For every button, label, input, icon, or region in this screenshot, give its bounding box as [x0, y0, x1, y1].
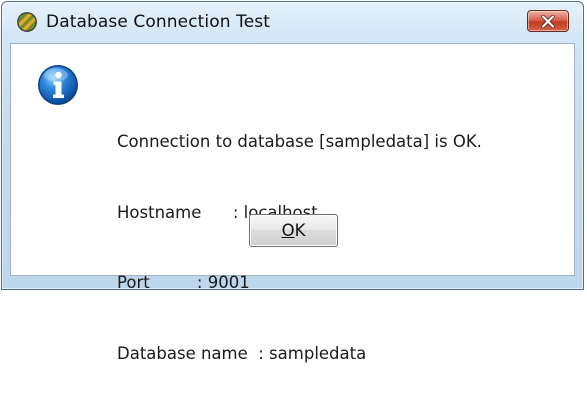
dialog-window: Database Connection Test Connection to d…: [1, 1, 584, 363]
ok-button-mnemonic: O: [281, 221, 295, 240]
title-bar[interactable]: Database Connection Test: [2, 2, 583, 42]
window-title: Database Connection Test: [46, 12, 270, 32]
app-icon: [16, 11, 38, 33]
info-icon: [37, 64, 79, 106]
message-text: Connection to database [sampledata] is O…: [117, 83, 482, 412]
close-button[interactable]: [527, 10, 569, 32]
ok-button-label: K: [294, 221, 306, 240]
message-line: Port : 9001: [117, 273, 250, 292]
message-line: Database name : sampledata: [117, 343, 367, 363]
message-line: Connection to database [sampledata] is O…: [117, 132, 482, 151]
ok-button[interactable]: OK: [249, 214, 338, 247]
dialog-body: Connection to database [sampledata] is O…: [10, 43, 575, 363]
close-icon: [541, 15, 555, 28]
